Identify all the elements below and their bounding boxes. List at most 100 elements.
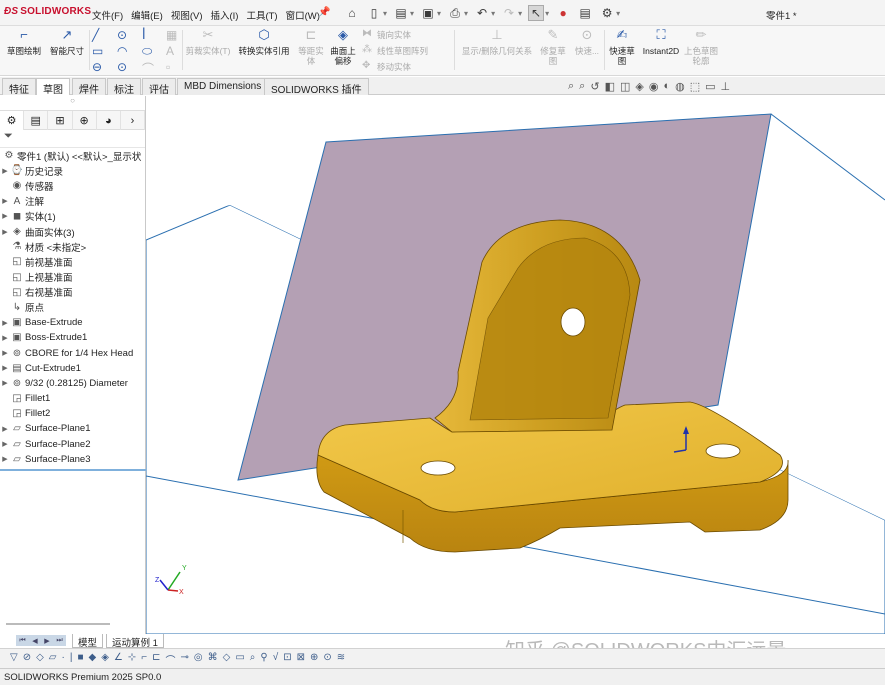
display-relations-button[interactable]: ⊥ 显示/删除几何关系 <box>458 28 536 56</box>
mirror-entities-button[interactable]: 镜向实体 <box>377 29 411 41</box>
traffic-light-icon[interactable]: ● <box>555 5 571 21</box>
datum-filter-icon[interactable]: ⊡ <box>283 652 291 667</box>
expand-arrow-icon[interactable]: ▶ <box>0 425 10 433</box>
arc-icon[interactable]: ◠ <box>117 44 127 58</box>
mirror-icon[interactable]: ⧓ <box>362 28 372 39</box>
expand-arrow-icon[interactable]: ▶ <box>0 228 10 236</box>
section-view-icon[interactable]: ◧ <box>605 80 615 93</box>
menu-insert[interactable]: 插入(I) <box>210 8 238 22</box>
tree-item[interactable]: ◱ 前视基准面 <box>0 254 145 269</box>
expand-arrow-icon[interactable]: ▶ <box>0 379 10 387</box>
tree-item[interactable]: ◲ Fillet1 <box>0 391 145 406</box>
tree-item[interactable]: ◱ 上视基准面 <box>0 270 145 285</box>
collinear-relation-icon[interactable]: ⊏ <box>152 652 160 667</box>
slot-icon[interactable]: ⊖ <box>92 60 102 74</box>
menu-view[interactable]: 视图(V) <box>171 8 203 22</box>
midpoint-relation-icon[interactable]: ⊹ <box>128 652 136 667</box>
quick-snaps-button[interactable]: ⊙ 快速... <box>572 28 602 56</box>
convert-entities-button[interactable]: ⬡ 转换实体引用 <box>236 28 292 56</box>
plane-sketch-icon[interactable]: ▫ <box>166 60 170 74</box>
tree-root[interactable]: ⚙ 零件1 (默认) <<默认>_显示状 <box>0 148 145 163</box>
pin-toolbar-icon[interactable]: ⊥ <box>721 80 731 93</box>
dynamic-annotation-icon[interactable]: ◫ <box>620 80 630 93</box>
tab-motion-study[interactable]: 运动算例 1 <box>106 634 164 649</box>
property-manager-tab-icon[interactable]: ▤ <box>24 111 49 130</box>
tree-item[interactable]: ◲ Fillet2 <box>0 406 145 421</box>
tree-item[interactable]: ▶ ▤ Cut-Extrude1 <box>0 361 145 376</box>
smart-dimension-button[interactable]: ↗ 智能尺寸 <box>46 28 88 56</box>
point-filter-icon[interactable]: · <box>62 652 65 667</box>
tree-item[interactable]: ▶ ⊚ 9/32 (0.28125) Diameter <box>0 376 145 391</box>
tree-item[interactable]: ▶ ▱ Surface-Plane3 <box>0 452 145 467</box>
tree-filter-icon[interactable]: ⏷ <box>0 130 145 148</box>
options-icon[interactable]: ⚙ <box>599 5 615 21</box>
tree-item[interactable]: ▶ ⌚ 历史记录 <box>0 163 145 178</box>
expand-arrow-icon[interactable]: ▶ <box>0 167 10 175</box>
graphics-area[interactable]: Y X Z <box>146 96 885 634</box>
clear-filter-icon[interactable]: ⊘ <box>23 652 31 667</box>
rapid-sketch-button[interactable]: ✍ 快速草图 <box>606 28 638 66</box>
offset-entities-button[interactable]: ⊏ 等距实体 <box>296 28 326 66</box>
text-icon[interactable]: A <box>166 44 174 58</box>
new-icon[interactable]: ▯ <box>366 5 382 21</box>
hole-callout-icon[interactable]: ⊕ <box>310 652 318 667</box>
tree-item[interactable]: ◉ 传感器 <box>0 178 145 193</box>
tree-item[interactable]: ▶ ▣ Base-Extrude <box>0 315 145 330</box>
first-tab-icon[interactable]: ⏮ <box>19 637 25 645</box>
mounting-tab-hole[interactable] <box>560 307 586 337</box>
point-icon[interactable]: ▦ <box>166 28 177 42</box>
line-icon[interactable]: ╱ <box>92 28 99 42</box>
next-tab-icon[interactable]: ▶ <box>44 637 49 645</box>
ellipse-icon[interactable]: ⬭ <box>142 44 152 59</box>
mount-hole-right[interactable] <box>705 443 741 459</box>
mount-hole-left[interactable] <box>420 460 456 476</box>
open-dropdown-icon[interactable]: ▾ <box>410 9 414 18</box>
tolerance-filter-icon[interactable]: ⊠ <box>297 652 305 667</box>
display-style-icon[interactable]: ◉ <box>649 80 659 93</box>
zoom-to-fit-icon[interactable]: ⌕ <box>568 80 574 93</box>
tree-item[interactable]: ▶ A 注解 <box>0 194 145 209</box>
configuration-manager-tab-icon[interactable]: ⊞ <box>48 111 73 130</box>
square-relation-icon[interactable]: ■ <box>77 652 83 667</box>
move-icon[interactable]: ✥ <box>362 60 370 71</box>
fillet-sketch-icon[interactable]: ⌒ <box>142 60 154 77</box>
offset-on-surface-button[interactable]: ◈ 曲面上 偏移 <box>327 28 359 66</box>
tree-item[interactable]: ▶ ⊚ CBORE for 1/4 Hex Head <box>0 345 145 360</box>
cosmetic-thread-icon[interactable]: ≋ <box>337 652 345 667</box>
print-icon[interactable]: ⎙ <box>447 5 463 21</box>
expand-arrow-icon[interactable]: ▶ <box>0 364 10 372</box>
pin-icon[interactable]: 📌 <box>318 7 330 18</box>
previous-view-icon[interactable]: ↺ <box>590 80 599 93</box>
rollback-bar[interactable] <box>0 469 146 471</box>
solidworks-logo[interactable]: ƉS SOLIDWORKS <box>4 6 91 17</box>
rectangle-icon[interactable]: ▭ <box>92 44 103 58</box>
filter-edges-icon[interactable]: ◇ <box>36 652 44 667</box>
shape-filter-icon[interactable]: ◇ <box>223 652 231 667</box>
expand-arrow-icon[interactable]: ▶ <box>0 197 10 205</box>
pattern-filter-icon[interactable]: ⌘ <box>208 652 218 667</box>
tab-markup[interactable]: 标注 <box>107 78 141 96</box>
open-icon[interactable]: ▤ <box>393 5 409 21</box>
feature-manager-tab-icon[interactable]: ⚙ <box>0 111 25 130</box>
home-icon[interactable]: ⌂ <box>344 5 360 21</box>
linear-pattern-icon[interactable]: ⁂ <box>362 44 372 55</box>
prev-tab-icon[interactable]: ◀ <box>32 637 37 645</box>
panel-expand-icon[interactable]: › <box>121 111 146 130</box>
menu-window[interactable]: 窗口(W) <box>286 8 320 22</box>
tree-item[interactable]: ▶ ▣ Boss-Extrude1 <box>0 330 145 345</box>
tree-item[interactable]: ▶ ◼ 实体(1) <box>0 209 145 224</box>
last-tab-icon[interactable]: ⏭ <box>56 637 62 645</box>
redo-icon[interactable]: ↷ <box>501 5 517 21</box>
tree-item[interactable]: ▶ ▱ Surface-Plane1 <box>0 421 145 436</box>
tree-item[interactable]: ↳ 原点 <box>0 300 145 315</box>
center-mark-icon[interactable]: ⊙ <box>323 652 331 667</box>
select-icon[interactable]: ↖ <box>528 5 545 21</box>
menu-file[interactable]: 文件(F) <box>92 8 123 22</box>
shaded-contours-button[interactable]: ✏ 上色草图轮廓 <box>684 28 718 66</box>
tab-addins[interactable]: SOLIDWORKS 插件 <box>264 78 369 96</box>
menu-edit[interactable]: 编辑(E) <box>131 8 163 22</box>
expand-arrow-icon[interactable]: ▶ <box>0 334 10 342</box>
tree-item[interactable]: ⚗ 材质 <未指定> <box>0 239 145 254</box>
linear-pattern-button[interactable]: 线性草图阵列 <box>377 45 428 57</box>
coincident-relation-icon[interactable]: ⊸ <box>181 652 189 667</box>
